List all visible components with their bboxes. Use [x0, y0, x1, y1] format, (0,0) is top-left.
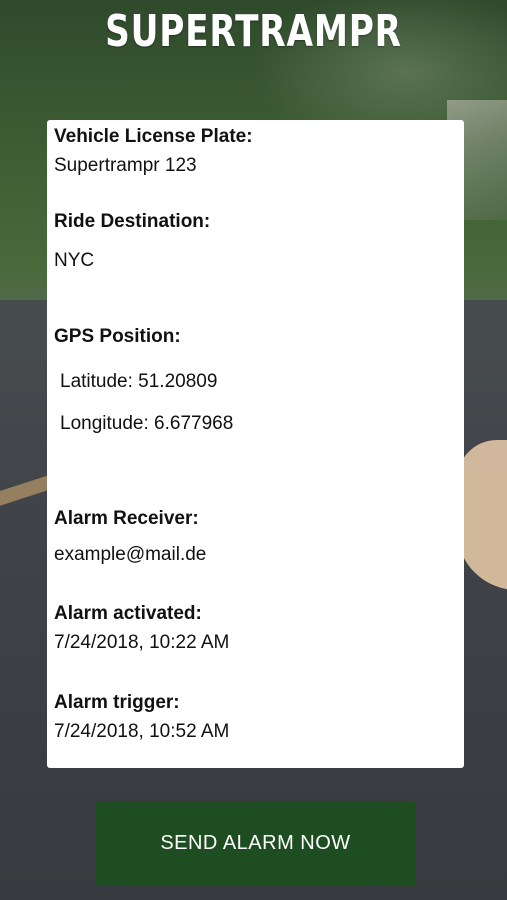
- send-alarm-button[interactable]: SEND ALARM NOW: [96, 802, 415, 885]
- gps-label: GPS Position:: [54, 326, 181, 347]
- latitude-value: Latitude: 51.20809: [60, 371, 218, 392]
- hitchhiker-arm: [457, 440, 507, 590]
- destination-label: Ride Destination:: [54, 211, 211, 232]
- plate-value: Supertrampr 123: [54, 155, 197, 176]
- destination-value: NYC: [54, 250, 95, 271]
- trigger-value: 7/24/2018, 10:52 AM: [54, 721, 230, 742]
- activated-value: 7/24/2018, 10:22 AM: [54, 632, 230, 653]
- app-logo: SUPERTRAMPR: [105, 6, 402, 57]
- ride-details-card: Vehicle License Plate: Supertrampr 123 R…: [47, 120, 464, 768]
- receiver-label: Alarm Receiver:: [54, 508, 199, 529]
- longitude-value: Longitude: 6.677968: [60, 413, 234, 434]
- receiver-value: example@mail.de: [54, 544, 207, 565]
- activated-label: Alarm activated:: [54, 603, 202, 624]
- plate-label: Vehicle License Plate:: [54, 126, 253, 147]
- trigger-label: Alarm trigger:: [54, 692, 180, 713]
